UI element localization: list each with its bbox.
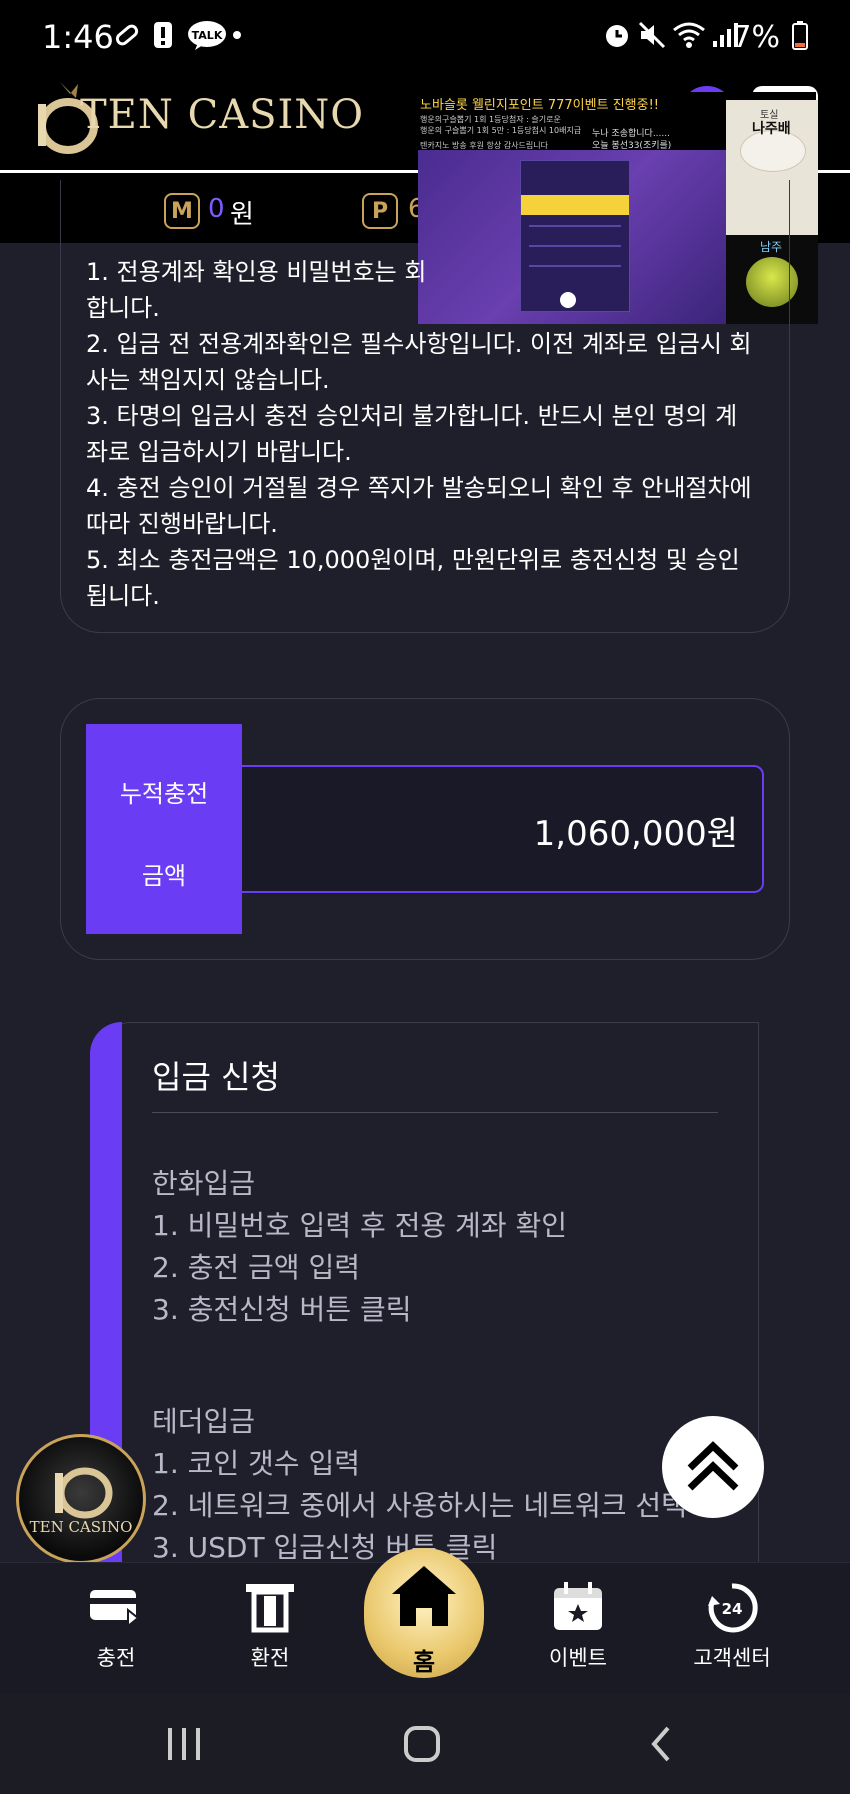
floating-logo-text: TEN CASINO bbox=[29, 1518, 133, 1536]
support-24-icon: 24 bbox=[708, 1583, 758, 1633]
dot-icon bbox=[230, 18, 244, 52]
overlay-text-1: 행운의구슬뽑기 1회 1등당첨자 : 슬기로운 bbox=[420, 115, 561, 124]
overlay-text-3: 텐카지노 방송 후원 항상 감사드립니다 bbox=[420, 141, 548, 150]
nav-event-label[interactable]: 이벤트 bbox=[518, 1642, 638, 1672]
notice-line: 5. 최소 충전금액은 10,000원이며, 만원단위로 충전신청 및 승인 bbox=[86, 546, 740, 574]
notice-line: 됩니다. bbox=[86, 582, 160, 610]
wifi-icon bbox=[672, 18, 706, 52]
nav-withdraw-label[interactable]: 환전 bbox=[210, 1642, 330, 1672]
notice-line: 1. 전용계좌 확인용 비밀번호는 회 bbox=[86, 258, 427, 286]
deposit-instruction: 테더입금 bbox=[152, 1405, 256, 1438]
nav-home-label[interactable]: 홈 bbox=[364, 1642, 484, 1677]
back-icon[interactable] bbox=[646, 1724, 676, 1764]
deposit-title: 입금 신청 bbox=[152, 1058, 280, 1096]
deposit-instruction: 1. 비밀번호 입력 후 전용 계좌 확인 bbox=[152, 1209, 567, 1242]
brand-name: TEN CASINO bbox=[80, 92, 365, 138]
double-chevron-up-icon bbox=[687, 1441, 739, 1491]
pill-icon bbox=[110, 18, 144, 52]
svg-text:24: 24 bbox=[722, 1600, 743, 1618]
nav-deposit[interactable] bbox=[56, 1580, 176, 1634]
nav-withdraw[interactable] bbox=[210, 1580, 330, 1638]
deposit-instruction: 2. 네트워크 중에서 사용하시는 네트워크 선택 bbox=[152, 1489, 687, 1522]
scroll-to-top-button[interactable] bbox=[662, 1416, 764, 1518]
accumulated-label: 누적충전 bbox=[119, 780, 209, 808]
notice-line: 3. 타명의 입금시 충전 승인처리 불가합니다. 반드시 본인 명의 계 bbox=[86, 402, 738, 430]
notice-line: 2. 입금 전 전용계좌확인은 필수사항입니다. 이전 계좌로 입금시 회 bbox=[86, 330, 752, 358]
notice-line: 합니다. bbox=[86, 294, 160, 322]
nav-event[interactable] bbox=[518, 1580, 638, 1638]
battery-percentage: 7% bbox=[732, 20, 780, 55]
deposit-instruction: 1. 코인 갯수 입력 bbox=[152, 1447, 360, 1480]
overlay-text-2: 행운의 구슬뽑기 1회 5만 : 1등당첨시 10배지급 bbox=[420, 126, 582, 135]
accumulated-value: 1,060,000원 bbox=[533, 814, 738, 854]
card-icon bbox=[90, 1590, 140, 1629]
notice-line: 따라 진행바랍니다. bbox=[86, 510, 278, 538]
accumulated-label-box bbox=[86, 724, 242, 934]
status-time: 1:46 bbox=[42, 18, 114, 56]
notice-line: 사는 책임지지 않습니다. bbox=[86, 366, 330, 394]
deposit-instruction: 한화입금 bbox=[152, 1167, 256, 1200]
nav-support[interactable]: 24 bbox=[672, 1580, 792, 1638]
deposit-instruction: 2. 충전 금액 입력 bbox=[152, 1251, 360, 1284]
notice-line: 4. 충전 승인이 거절될 경우 쪽지가 발송되오니 확인 후 안내절차에 bbox=[86, 474, 752, 502]
talk-icon-text: TALK bbox=[191, 28, 223, 42]
floating-logo-emblem-icon bbox=[55, 1467, 113, 1519]
overlay-title: 노바슬롯 웰린지포인트 777이벤트 진행중!! bbox=[420, 98, 659, 113]
alarm-icon bbox=[600, 18, 634, 52]
atm-icon bbox=[246, 1584, 294, 1633]
floating-logo-button[interactable] bbox=[16, 1434, 146, 1564]
nav-deposit-label[interactable]: 충전 bbox=[56, 1642, 176, 1672]
notice-line: 좌로 입금하시기 바랍니다. bbox=[86, 438, 352, 466]
home-nav-icon[interactable] bbox=[402, 1724, 442, 1764]
alert-icon bbox=[150, 18, 176, 52]
recent-apps-icon[interactable] bbox=[164, 1726, 204, 1762]
battery-icon bbox=[790, 18, 810, 52]
mute-icon bbox=[636, 18, 668, 52]
overlay-side-subtitle: 나주배 bbox=[752, 121, 791, 137]
home-icon bbox=[392, 1566, 456, 1626]
deposit-divider bbox=[152, 1112, 718, 1113]
nav-support-label[interactable]: 고객센터 bbox=[672, 1642, 792, 1672]
deposit-instruction: 3. 충전신청 버튼 클릭 bbox=[152, 1293, 412, 1326]
calendar-star-icon bbox=[554, 1582, 602, 1630]
accumulated-label-2: 금액 bbox=[141, 862, 187, 890]
